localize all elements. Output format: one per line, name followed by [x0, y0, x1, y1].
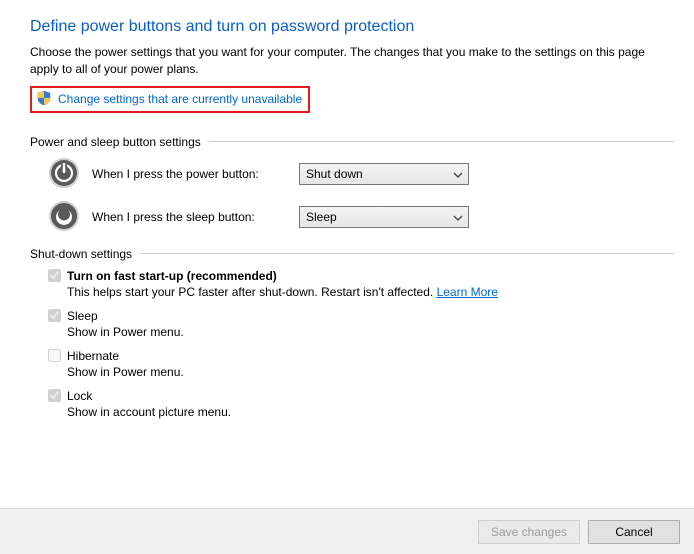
lock-item: Lock Show in account picture menu.: [48, 389, 674, 419]
cancel-button[interactable]: Cancel: [588, 520, 680, 544]
fast-startup-desc-text: This helps start your PC faster after sh…: [67, 285, 437, 299]
section-label: Shut-down settings: [30, 247, 132, 261]
power-sleep-section-header: Power and sleep button settings: [30, 135, 674, 149]
footer-bar: Save changes Cancel: [0, 508, 694, 554]
sleep-title: Sleep: [67, 309, 98, 323]
power-button-row: When I press the power button:: [48, 157, 674, 192]
power-button-label: When I press the power button:: [92, 167, 287, 181]
sleep-item: Sleep Show in Power menu.: [48, 309, 674, 339]
shutdown-section-header: Shut-down settings: [30, 247, 674, 261]
fast-startup-checkbox[interactable]: [48, 269, 61, 282]
sleep-checkbox[interactable]: [48, 309, 61, 322]
power-button-select[interactable]: [299, 163, 469, 185]
section-rule: [209, 141, 674, 142]
fast-startup-item: Turn on fast start-up (recommended) This…: [48, 269, 674, 299]
uac-shield-icon: [36, 90, 52, 109]
page-subtitle: Choose the power settings that you want …: [30, 44, 650, 78]
lock-checkbox[interactable]: [48, 389, 61, 402]
hibernate-checkbox[interactable]: [48, 349, 61, 362]
hibernate-desc: Show in Power menu.: [67, 365, 674, 379]
sleep-button-select[interactable]: [299, 206, 469, 228]
hibernate-title: Hibernate: [67, 349, 119, 363]
sleep-button-label: When I press the sleep button:: [92, 210, 287, 224]
page-title: Define power buttons and turn on passwor…: [30, 18, 674, 36]
change-settings-highlight: Change settings that are currently unava…: [30, 86, 310, 113]
section-label: Power and sleep button settings: [30, 135, 201, 149]
power-icon: [48, 157, 80, 192]
hibernate-item: Hibernate Show in Power menu.: [48, 349, 674, 379]
fast-startup-title: Turn on fast start-up (recommended): [67, 269, 277, 283]
sleep-desc: Show in Power menu.: [67, 325, 674, 339]
learn-more-link[interactable]: Learn More: [437, 285, 498, 299]
sleep-button-row: When I press the sleep button:: [48, 200, 674, 235]
sleep-icon: [48, 200, 80, 235]
section-rule: [140, 253, 674, 254]
change-settings-link[interactable]: Change settings that are currently unava…: [58, 92, 302, 106]
save-changes-button[interactable]: Save changes: [478, 520, 580, 544]
lock-title: Lock: [67, 389, 92, 403]
fast-startup-desc: This helps start your PC faster after sh…: [67, 285, 674, 299]
lock-desc: Show in account picture menu.: [67, 405, 674, 419]
